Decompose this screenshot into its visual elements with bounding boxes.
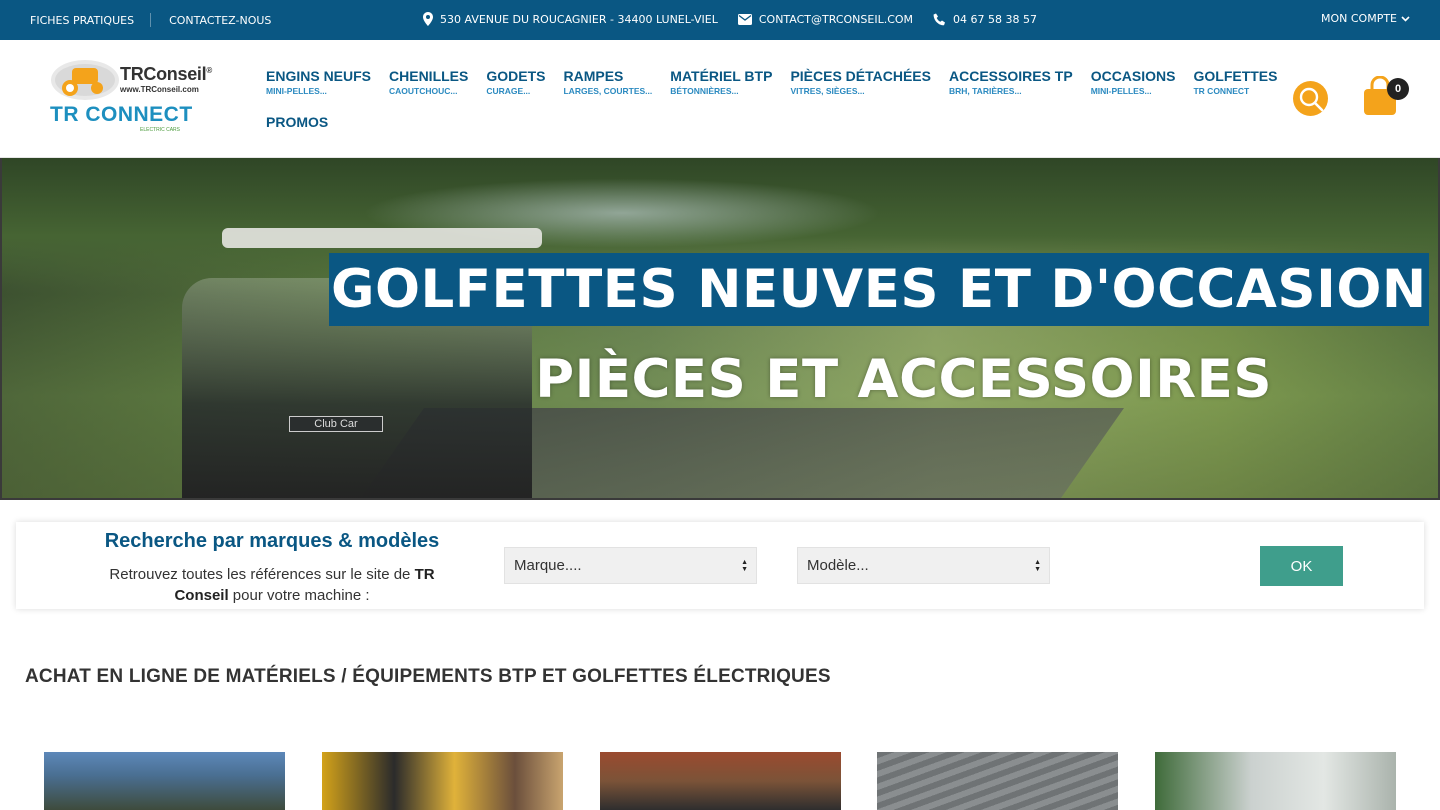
nav-item-occasions[interactable]: OCCASIONS MINI-PELLES...: [1091, 68, 1176, 96]
hero-title: GOLFETTES NEUVES ET D'OCCASION: [329, 253, 1429, 326]
category-cards: [44, 752, 1404, 810]
phone-item[interactable]: 04 67 58 38 57: [933, 13, 1037, 26]
cart-count-badge: 0: [1387, 78, 1409, 100]
search-icon: [1299, 87, 1323, 111]
nav-item-title: GODETS: [486, 68, 546, 84]
brand-select-value: Marque....: [514, 557, 582, 574]
category-card-image[interactable]: [600, 752, 841, 810]
nav-item-subtitle: LARGES, COURTES...: [563, 86, 653, 96]
nav-item-subtitle: BRH, TARIÈRES...: [948, 86, 1022, 96]
link-fiches-pratiques[interactable]: FICHES PRATIQUES: [30, 14, 134, 27]
brand-select[interactable]: Marque.... ▲ ▼: [504, 547, 757, 584]
nav-row: ENGINS NEUFS MINI-PELLES... CHENILLES CAOUT…: [266, 68, 1295, 96]
logo-tractor-icon: [51, 60, 119, 100]
category-card-image[interactable]: [1155, 752, 1396, 810]
hero-banner[interactable]: Club Car GOLFETTES NEUVES ET D'OCCASION …: [0, 158, 1440, 500]
nav-item-golfettes[interactable]: GOLFETTES TR CONNECT: [1193, 68, 1277, 96]
nav-item-subtitle: CURAGE...: [486, 86, 531, 96]
nav-item-subtitle: VITRES, SIÈGES...: [790, 86, 865, 96]
logo-url: www.TRConseil.com: [120, 85, 199, 94]
category-card-image[interactable]: [44, 752, 285, 810]
divider: [150, 13, 152, 27]
top-bar: FICHES PRATIQUES CONTACTEZ-NOUS 530 AVEN…: [0, 0, 1440, 40]
nav-item-promos[interactable]: PROMOS: [266, 114, 328, 130]
account-menu[interactable]: MON COMPTE: [1321, 12, 1410, 25]
nav-item-subtitle: TR CONNECT: [1193, 86, 1250, 96]
model-select[interactable]: Modèle... ▲ ▼: [797, 547, 1050, 584]
account-label[interactable]: MON COMPTE: [1321, 12, 1397, 25]
search-button[interactable]: [1293, 81, 1328, 116]
nav-item-engins-neufs[interactable]: ENGINS NEUFS MINI-PELLES...: [266, 68, 371, 96]
top-links: FICHES PRATIQUES CONTACTEZ-NOUS: [30, 13, 271, 27]
nav-item-title: ENGINS NEUFS: [266, 68, 372, 84]
phone-link[interactable]: 04 67 58 38 57: [953, 13, 1037, 26]
link-contactez-nous[interactable]: CONTACTEZ-NOUS: [169, 14, 271, 27]
email-link[interactable]: CONTACT@TRCONSEIL.COM: [759, 13, 913, 26]
address-text: 530 AVENUE DU ROUCAGNIER - 34400 LUNEL-V…: [440, 12, 718, 26]
main-header: TRConseil® www.TRConseil.com TR CONNECT …: [0, 40, 1440, 158]
category-card-image[interactable]: [322, 752, 563, 810]
envelope-icon: [737, 13, 752, 25]
category-card-image[interactable]: [877, 752, 1118, 810]
nav-item-title: PIÈCES DÉTACHÉES: [790, 68, 931, 84]
nav-item-title: OCCASIONS: [1090, 68, 1176, 84]
nav-item-pi-ces-d-tach-es[interactable]: PIÈCES DÉTACHÉES VITRES, SIÈGES...: [790, 68, 931, 96]
site-logo[interactable]: TRConseil® www.TRConseil.com TR CONNECT …: [50, 58, 215, 134]
nav-item-subtitle: BÉTONNIÈRES...: [670, 86, 739, 96]
nav-item-title: ACCESSOIRES TP: [948, 68, 1073, 84]
phone-icon: [933, 13, 946, 25]
finder-title: Recherche par marques & modèles: [104, 530, 440, 552]
hero-subtitle: PIÈCES ET ACCESSOIRES: [535, 349, 1272, 410]
nav-item-subtitle: MINI-PELLES...: [1090, 86, 1152, 96]
finder-description: Retrouvez toutes les références sur le s…: [109, 566, 435, 604]
address-item: 530 AVENUE DU ROUCAGNIER - 34400 LUNEL-V…: [423, 12, 718, 26]
ok-button[interactable]: OK: [1260, 546, 1343, 586]
email-item[interactable]: CONTACT@TRCONSEIL.COM: [737, 13, 913, 26]
main-nav: ENGINS NEUFS MINI-PELLES... CHENILLES CAOUT…: [266, 68, 1295, 130]
cart-button[interactable]: 0: [1362, 75, 1409, 118]
nav-item-title: CHENILLES: [389, 68, 469, 84]
nav-item-subtitle: MINI-PELLES...: [266, 86, 327, 96]
select-arrows-icon: ▲ ▼: [741, 559, 748, 573]
nav-item-title: GOLFETTES: [1193, 68, 1278, 84]
nav-item-godets[interactable]: GODETS CURAGE...: [486, 68, 545, 96]
nav-item-chenilles[interactable]: CHENILLES CAOUTCHOUC...: [389, 68, 468, 96]
model-select-value: Modèle...: [807, 557, 869, 574]
nav-item-accessoires-tp[interactable]: ACCESSOIRES TP BRH, TARIÈRES...: [949, 68, 1073, 96]
nav-item-subtitle: CAOUTCHOUC...: [389, 86, 458, 96]
nav-item-title: MATÉRIEL BTP: [670, 68, 773, 84]
golf-cart-roof: [222, 228, 542, 248]
golf-cart-label: Club Car: [289, 416, 383, 432]
select-arrows-icon: ▲ ▼: [1034, 559, 1041, 573]
nav-item-rampes[interactable]: RAMPES LARGES, COURTES...: [563, 68, 652, 96]
nav-item-mat-riel-btp[interactable]: MATÉRIEL BTP BÉTONNIÈRES...: [670, 68, 772, 96]
logo-brand: TRConseil®: [120, 64, 212, 84]
section-title: ACHAT EN LIGNE DE MATÉRIELS / ÉQUIPEMENT…: [25, 666, 831, 687]
nav-item-title: RAMPES: [563, 68, 624, 84]
contact-info: 530 AVENUE DU ROUCAGNIER - 34400 LUNEL-V…: [423, 12, 1057, 26]
logo-sub-brand: TR CONNECT: [50, 103, 193, 126]
map-pin-icon: [423, 12, 433, 26]
chevron-down-icon: [1401, 15, 1410, 22]
brand-model-finder: Recherche par marques & modèles Retrouve…: [16, 522, 1424, 609]
logo-sub-tagline: ELECTRIC CARS: [140, 127, 181, 133]
